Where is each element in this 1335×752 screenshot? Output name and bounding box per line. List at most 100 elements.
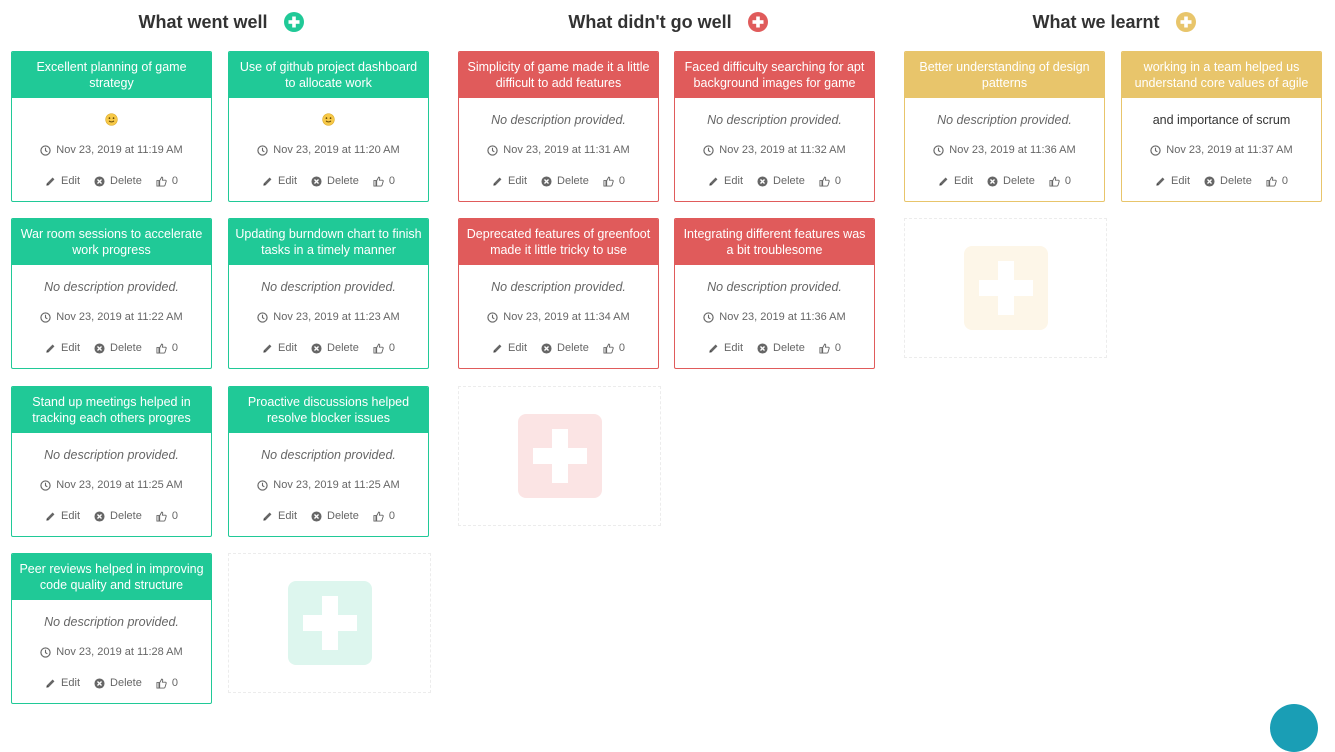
delete-button[interactable]: Delete	[94, 342, 142, 354]
edit-button[interactable]: Edit	[708, 342, 743, 354]
like-button[interactable]: 0	[156, 677, 178, 689]
delete-button[interactable]: Delete	[1204, 175, 1252, 187]
add-card-placeholder[interactable]	[904, 218, 1107, 358]
like-button[interactable]: 0	[156, 175, 178, 187]
thumbs-up-icon	[603, 343, 619, 354]
retro-card[interactable]: Stand up meetings helped in tracking eac…	[11, 386, 212, 537]
add-card-button[interactable]	[1175, 12, 1196, 32]
times-circle-icon	[311, 175, 327, 187]
plus-icon	[287, 581, 372, 665]
edit-button[interactable]: Edit	[262, 510, 297, 522]
like-count: 0	[171, 175, 178, 187]
delete-button[interactable]: Delete	[311, 175, 359, 187]
card-title: Peer reviews helped in improving code qu…	[12, 554, 211, 600]
delete-label: Delete	[110, 175, 142, 187]
clock-icon	[40, 311, 56, 323]
timestamp-text: Nov 23, 2019 at 11:37 AM	[1166, 144, 1293, 156]
edit-button[interactable]: Edit	[492, 342, 527, 354]
like-count: 0	[388, 342, 395, 354]
delete-button[interactable]: Delete	[94, 175, 142, 187]
thumbs-up-icon	[373, 343, 389, 354]
times-circle-icon	[541, 342, 557, 354]
like-button[interactable]: 0	[1049, 175, 1071, 187]
card-actions: Edit Delete 0	[12, 510, 211, 522]
edit-button[interactable]: Edit	[262, 175, 297, 187]
card-title: Use of github project dashboard to alloc…	[229, 52, 428, 98]
like-button[interactable]: 0	[603, 175, 625, 187]
pencil-icon	[262, 511, 278, 522]
plus-circle-icon	[283, 12, 304, 32]
card-title-text: Integrating different features was a bit…	[683, 227, 866, 257]
delete-button[interactable]: Delete	[987, 175, 1035, 187]
retro-card[interactable]: Proactive discussions helped resolve blo…	[228, 386, 429, 537]
timestamp-text: Nov 23, 2019 at 11:31 AM	[503, 144, 630, 156]
add-card-placeholder[interactable]	[228, 553, 431, 693]
add-card-placeholder[interactable]	[458, 386, 661, 526]
like-button[interactable]: 0	[156, 342, 178, 354]
delete-button[interactable]: Delete	[541, 342, 589, 354]
card-description: No description provided.	[707, 280, 842, 294]
like-button[interactable]: 0	[373, 175, 395, 187]
retro-card[interactable]: Use of github project dashboard to alloc…	[228, 51, 429, 202]
like-count: 0	[618, 175, 625, 187]
card-title-text: Better understanding of design patterns	[919, 60, 1090, 90]
retro-card[interactable]: Simplicity of game made it a little diff…	[458, 51, 659, 202]
card-timestamp: Nov 23, 2019 at 11:23 AM	[229, 311, 428, 323]
thumbs-up-icon	[373, 511, 389, 522]
edit-button[interactable]: Edit	[45, 677, 80, 689]
edit-button[interactable]: Edit	[1155, 175, 1190, 187]
edit-button[interactable]: Edit	[45, 175, 80, 187]
retro-card[interactable]: War room sessions to accelerate work pro…	[11, 218, 212, 369]
card-title: War room sessions to accelerate work pro…	[12, 219, 211, 265]
delete-label: Delete	[110, 677, 142, 689]
edit-label: Edit	[508, 175, 528, 187]
edit-button[interactable]: Edit	[45, 510, 80, 522]
delete-button[interactable]: Delete	[94, 510, 142, 522]
delete-button[interactable]: Delete	[94, 677, 142, 689]
times-circle-icon	[94, 175, 110, 187]
pencil-icon	[45, 176, 61, 187]
retro-card[interactable]: working in a team helped us understand c…	[1121, 51, 1322, 202]
delete-button[interactable]: Delete	[311, 342, 359, 354]
delete-label: Delete	[773, 175, 805, 187]
edit-button[interactable]: Edit	[262, 342, 297, 354]
card-title: Better understanding of design patterns	[905, 52, 1104, 98]
card-description: No description provided.	[491, 280, 626, 294]
delete-button[interactable]: Delete	[757, 175, 805, 187]
card-description: No description provided.	[491, 113, 626, 127]
floating-action-button[interactable]	[1270, 704, 1318, 752]
like-button[interactable]: 0	[373, 342, 395, 354]
like-button[interactable]: 0	[1266, 175, 1288, 187]
edit-button[interactable]: Edit	[45, 342, 80, 354]
like-button[interactable]: 0	[603, 342, 625, 354]
like-count: 0	[834, 342, 841, 354]
retro-card[interactable]: Faced difficulty searching for apt backg…	[674, 51, 875, 202]
like-count: 0	[1281, 175, 1288, 187]
edit-button[interactable]: Edit	[492, 175, 527, 187]
clock-icon	[257, 479, 273, 491]
delete-button[interactable]: Delete	[757, 342, 805, 354]
retro-card[interactable]: Deprecated features of greenfoot made it…	[458, 218, 659, 369]
like-button[interactable]: 0	[819, 342, 841, 354]
timestamp-text: Nov 23, 2019 at 11:19 AM	[56, 144, 183, 156]
retro-card[interactable]: Peer reviews helped in improving code qu…	[11, 553, 212, 704]
timestamp-text: Nov 23, 2019 at 11:25 AM	[273, 479, 400, 491]
edit-label: Edit	[61, 175, 81, 187]
like-button[interactable]: 0	[156, 510, 178, 522]
delete-button[interactable]: Delete	[541, 175, 589, 187]
add-card-button[interactable]	[283, 12, 304, 32]
card-actions: Edit Delete 0	[1122, 175, 1321, 187]
like-button[interactable]: 0	[819, 175, 841, 187]
retro-card[interactable]: Excellent planning of game strategy 🙂 Nov …	[11, 51, 212, 202]
edit-button[interactable]: Edit	[708, 175, 743, 187]
retro-card[interactable]: Better understanding of design patterns N…	[904, 51, 1105, 202]
like-button[interactable]: 0	[373, 510, 395, 522]
delete-button[interactable]: Delete	[311, 510, 359, 522]
retro-card[interactable]: Updating burndown chart to finish tasks …	[228, 218, 429, 369]
clock-icon	[703, 311, 719, 323]
retro-card[interactable]: Integrating different features was a bit…	[674, 218, 875, 369]
timestamp-text: Nov 23, 2019 at 11:34 AM	[503, 311, 630, 323]
edit-button[interactable]: Edit	[938, 175, 973, 187]
add-card-button[interactable]	[747, 12, 768, 32]
thumbs-up-icon	[819, 343, 835, 354]
